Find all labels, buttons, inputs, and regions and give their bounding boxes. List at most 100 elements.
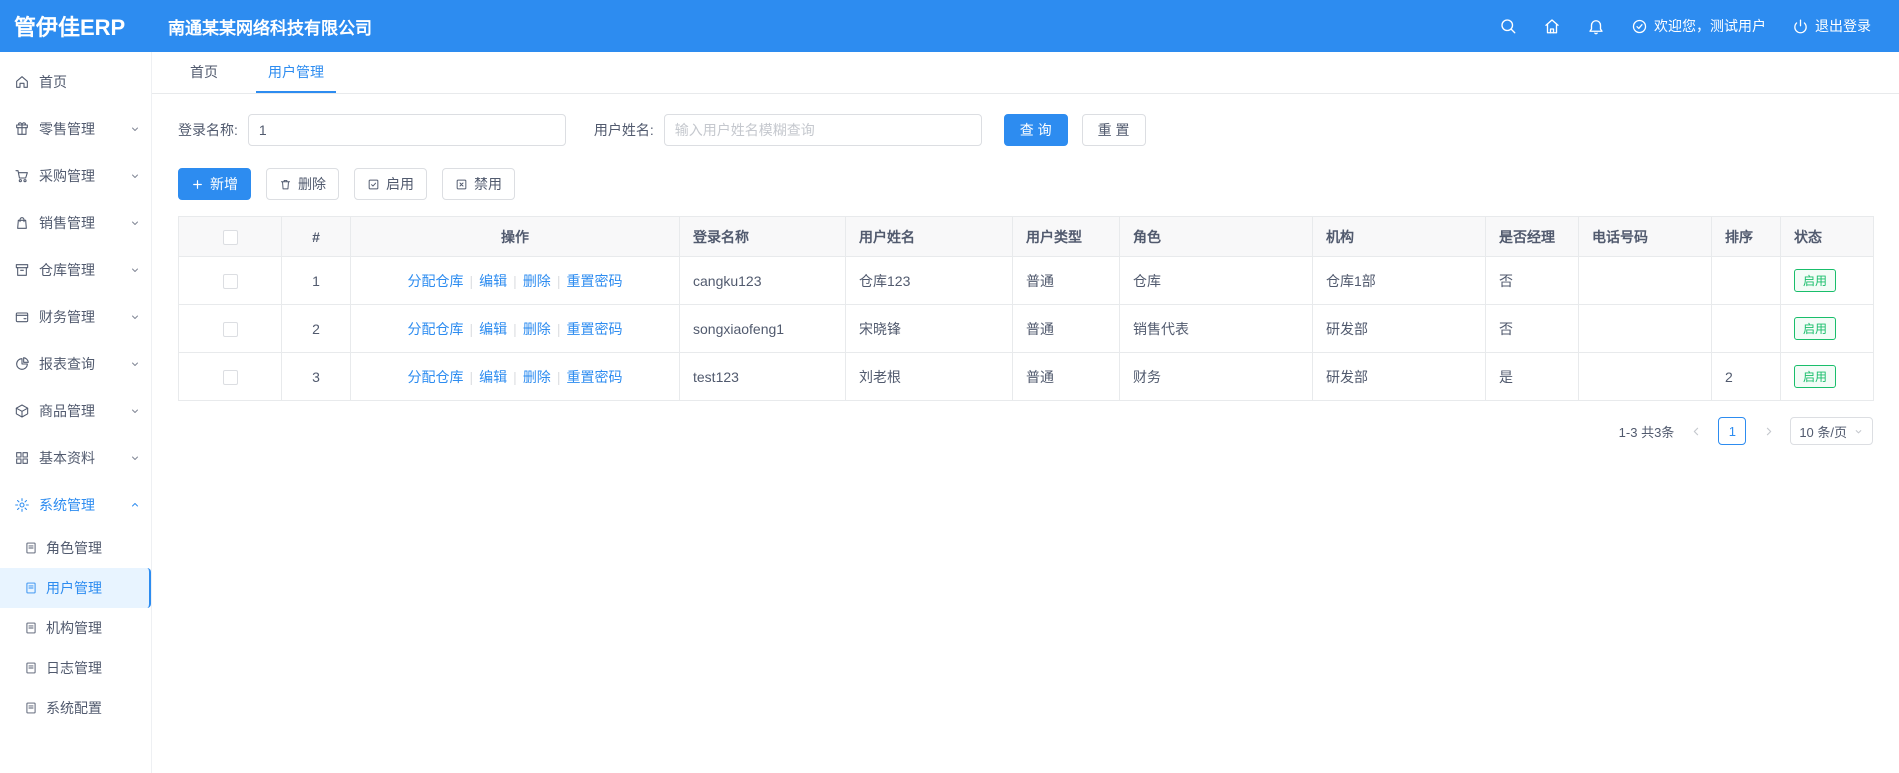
sidebar-item-home[interactable]: 首页 bbox=[0, 58, 151, 105]
col-user-name: 用户姓名 bbox=[845, 216, 1013, 257]
trash-icon bbox=[279, 178, 292, 191]
cell-role: 仓库 bbox=[1119, 256, 1313, 305]
reset-password-link[interactable]: 重置密码 bbox=[566, 369, 622, 385]
sidebar-item-system-config[interactable]: 系统配置 bbox=[0, 688, 149, 728]
disable-button[interactable]: 禁用 bbox=[442, 168, 515, 200]
col-phone: 电话号码 bbox=[1578, 216, 1712, 257]
cell-sort: 2 bbox=[1711, 352, 1781, 401]
col-index: # bbox=[281, 216, 351, 257]
prev-page-icon[interactable] bbox=[1683, 418, 1709, 444]
cell-phone bbox=[1578, 304, 1712, 353]
page-size-select[interactable]: 10 条/页 bbox=[1790, 417, 1873, 445]
sidebar-item-system[interactable]: 系统管理 bbox=[0, 481, 151, 528]
next-page-icon[interactable] bbox=[1755, 418, 1781, 444]
user-name-label: 用户姓名: bbox=[593, 122, 654, 138]
chevron-down-icon bbox=[129, 264, 141, 276]
sidebar-item-label: 财务管理 bbox=[39, 308, 95, 325]
sidebar-item-label: 报表查询 bbox=[39, 355, 95, 372]
row-checkbox[interactable] bbox=[222, 321, 238, 337]
delete-link[interactable]: 删除 bbox=[523, 273, 551, 289]
search-button[interactable]: 查 询 bbox=[1003, 114, 1068, 146]
sidebar-item-role-management[interactable]: 角色管理 bbox=[0, 528, 149, 568]
sidebar-item-log-management[interactable]: 日志管理 bbox=[0, 648, 149, 688]
select-all-checkbox[interactable] bbox=[222, 229, 238, 245]
user-table: # 操作 登录名称 用户姓名 用户类型 角色 机构 是否经理 电话号码 排序 状… bbox=[178, 216, 1874, 401]
reset-password-link[interactable]: 重置密码 bbox=[566, 321, 622, 337]
sidebar-item-label: 商品管理 bbox=[39, 402, 95, 419]
cell-role: 销售代表 bbox=[1119, 304, 1313, 353]
sidebar-item-org-management[interactable]: 机构管理 bbox=[0, 608, 149, 648]
tab-home[interactable]: 首页 bbox=[178, 52, 230, 93]
sidebar-item-retail[interactable]: 零售管理 bbox=[0, 105, 151, 152]
filter-row: 登录名称: 用户姓名: 查 询 重 置 bbox=[178, 114, 1873, 146]
chevron-down-icon bbox=[129, 217, 141, 229]
pie-chart-icon bbox=[14, 356, 30, 372]
delete-button-label: 删除 bbox=[298, 176, 326, 192]
grid-icon bbox=[14, 450, 30, 466]
sidebar-item-user-management[interactable]: 用户管理 bbox=[0, 568, 151, 608]
col-login-name: 登录名称 bbox=[679, 216, 846, 257]
op-separator: | bbox=[513, 320, 517, 337]
login-name-input[interactable] bbox=[247, 114, 566, 146]
table-toolbar: 新增 删除 启用 禁用 bbox=[178, 168, 1873, 200]
sidebar-item-finance[interactable]: 财务管理 bbox=[0, 293, 151, 340]
cell-sort bbox=[1711, 256, 1781, 305]
welcome-text: 欢迎您，测试用户 bbox=[1654, 18, 1766, 34]
pagination-total: 1-3 共3条 bbox=[1618, 424, 1675, 440]
sidebar-item-warehouse[interactable]: 仓库管理 bbox=[0, 246, 151, 293]
sidebar-subitem-label: 系统配置 bbox=[46, 700, 102, 716]
cell-name: 刘老根 bbox=[845, 352, 1013, 401]
logout-button[interactable]: 退出登录 bbox=[1792, 16, 1871, 36]
content: 登录名称: 用户姓名: 查 询 重 置 新增 删除 启用 bbox=[152, 94, 1899, 445]
file-icon bbox=[24, 661, 38, 675]
disable-button-label: 禁用 bbox=[474, 176, 502, 192]
home-menu-icon bbox=[14, 74, 30, 90]
table-row: 3 分配仓库 | 编辑 | 删除 | 重置密码 test123 刘老根 普通 财务 研发部 … bbox=[178, 352, 1874, 401]
bell-icon[interactable] bbox=[1587, 17, 1605, 35]
delete-button[interactable]: 删除 bbox=[266, 168, 339, 200]
tab-user-management[interactable]: 用户管理 bbox=[256, 52, 336, 93]
page-size-value: 10 条/页 bbox=[1799, 424, 1847, 440]
cell-role: 财务 bbox=[1119, 352, 1313, 401]
sidebar-item-sales[interactable]: 销售管理 bbox=[0, 199, 151, 246]
check-square-icon bbox=[367, 178, 380, 191]
cell-phone bbox=[1578, 256, 1712, 305]
edit-link[interactable]: 编辑 bbox=[479, 273, 507, 289]
cell-org: 仓库1部 bbox=[1312, 256, 1486, 305]
login-name-label: 登录名称: bbox=[178, 122, 238, 138]
delete-link[interactable]: 删除 bbox=[523, 321, 551, 337]
edit-link[interactable]: 编辑 bbox=[479, 369, 507, 385]
page-number[interactable]: 1 bbox=[1718, 417, 1747, 445]
cell-name: 仓库123 bbox=[845, 256, 1013, 305]
assign-warehouse-link[interactable]: 分配仓库 bbox=[408, 273, 464, 289]
home-icon[interactable] bbox=[1543, 17, 1561, 35]
row-checkbox[interactable] bbox=[222, 273, 238, 289]
enable-button-label: 启用 bbox=[386, 176, 414, 192]
table-header-row: # 操作 登录名称 用户姓名 用户类型 角色 机构 是否经理 电话号码 排序 状… bbox=[178, 216, 1874, 257]
add-button[interactable]: 新增 bbox=[178, 168, 251, 200]
assign-warehouse-link[interactable]: 分配仓库 bbox=[408, 369, 464, 385]
row-checkbox[interactable] bbox=[222, 369, 238, 385]
logout-icon bbox=[1792, 18, 1809, 35]
reset-button[interactable]: 重 置 bbox=[1081, 114, 1146, 146]
edit-link[interactable]: 编辑 bbox=[479, 321, 507, 337]
retail-icon bbox=[14, 121, 30, 137]
logout-text: 退出登录 bbox=[1815, 18, 1871, 34]
chevron-down-icon bbox=[129, 405, 141, 417]
delete-link[interactable]: 删除 bbox=[523, 369, 551, 385]
sidebar-subitem-label: 机构管理 bbox=[46, 620, 102, 636]
sidebar-item-basicdata[interactable]: 基本资料 bbox=[0, 434, 151, 481]
search-icon[interactable] bbox=[1499, 17, 1517, 35]
col-actions: 操作 bbox=[350, 216, 680, 257]
sidebar-item-label: 零售管理 bbox=[39, 120, 95, 137]
assign-warehouse-link[interactable]: 分配仓库 bbox=[408, 321, 464, 337]
sidebar-item-purchase[interactable]: 采购管理 bbox=[0, 152, 151, 199]
sidebar-item-product[interactable]: 商品管理 bbox=[0, 387, 151, 434]
user-name-input[interactable] bbox=[663, 114, 982, 146]
op-separator: | bbox=[556, 320, 561, 337]
reset-password-link[interactable]: 重置密码 bbox=[566, 273, 622, 289]
enable-button[interactable]: 启用 bbox=[354, 168, 427, 200]
sidebar-item-report[interactable]: 报表查询 bbox=[0, 340, 151, 387]
op-separator: | bbox=[513, 272, 517, 289]
welcome-user[interactable]: 欢迎您，测试用户 bbox=[1631, 16, 1766, 36]
